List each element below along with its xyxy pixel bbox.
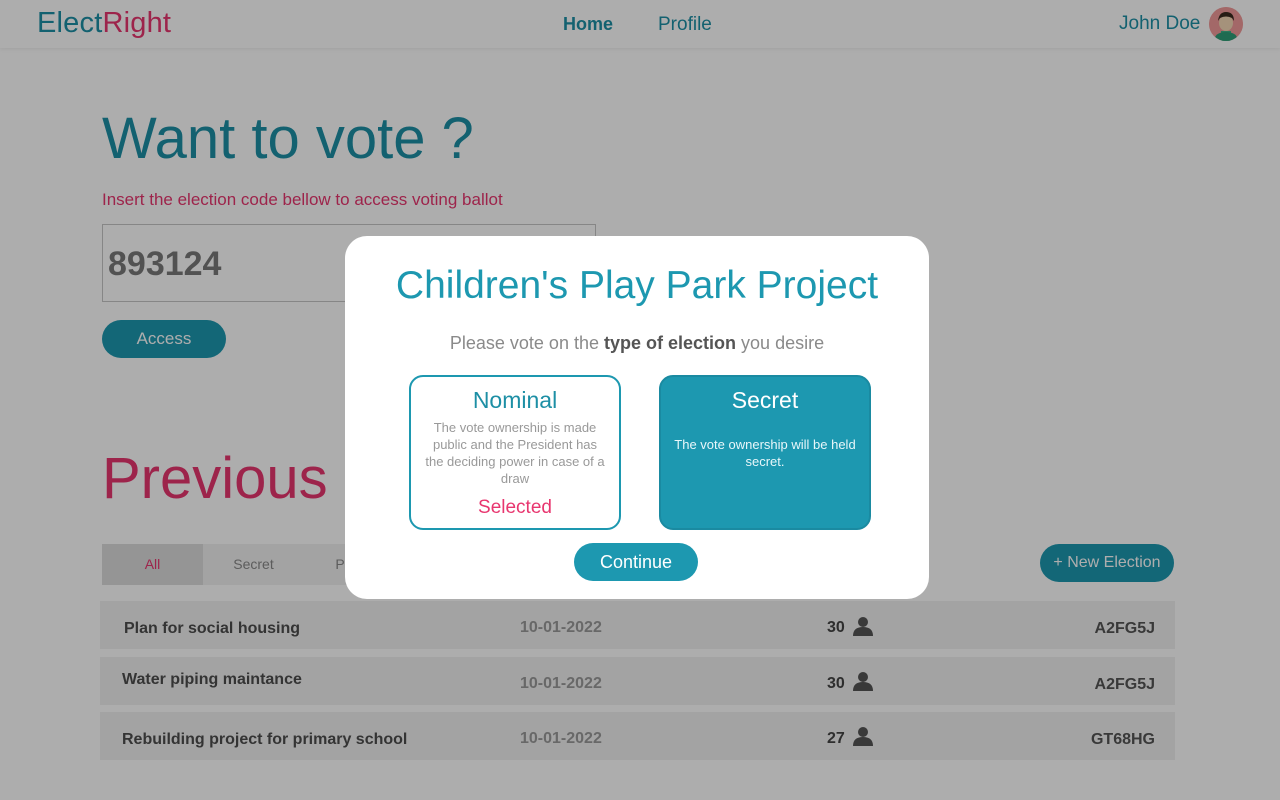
option-title: Secret [731,387,799,413]
modal-prompt: Please vote on the type of election you … [345,333,929,354]
option-nominal[interactable]: Nominal The vote ownership is made publi… [409,375,621,530]
prompt-text-after: you desire [741,333,825,353]
continue-button[interactable]: Continue [574,543,698,581]
option-secret[interactable]: Secret The vote ownership will be held s… [659,375,871,530]
prompt-text-strong: type of election [604,333,737,353]
option-description: The vote ownership will be held secret. [674,437,856,469]
modal-title: Children's Play Park Project [395,264,879,307]
selected-label: Selected [478,497,552,518]
election-type-modal: Children's Play Park Project Please vote… [345,236,929,599]
prompt-text-before: Please vote on the [449,333,599,353]
option-title: Nominal [472,387,558,413]
option-description: The vote ownership is made public and th… [425,420,605,486]
